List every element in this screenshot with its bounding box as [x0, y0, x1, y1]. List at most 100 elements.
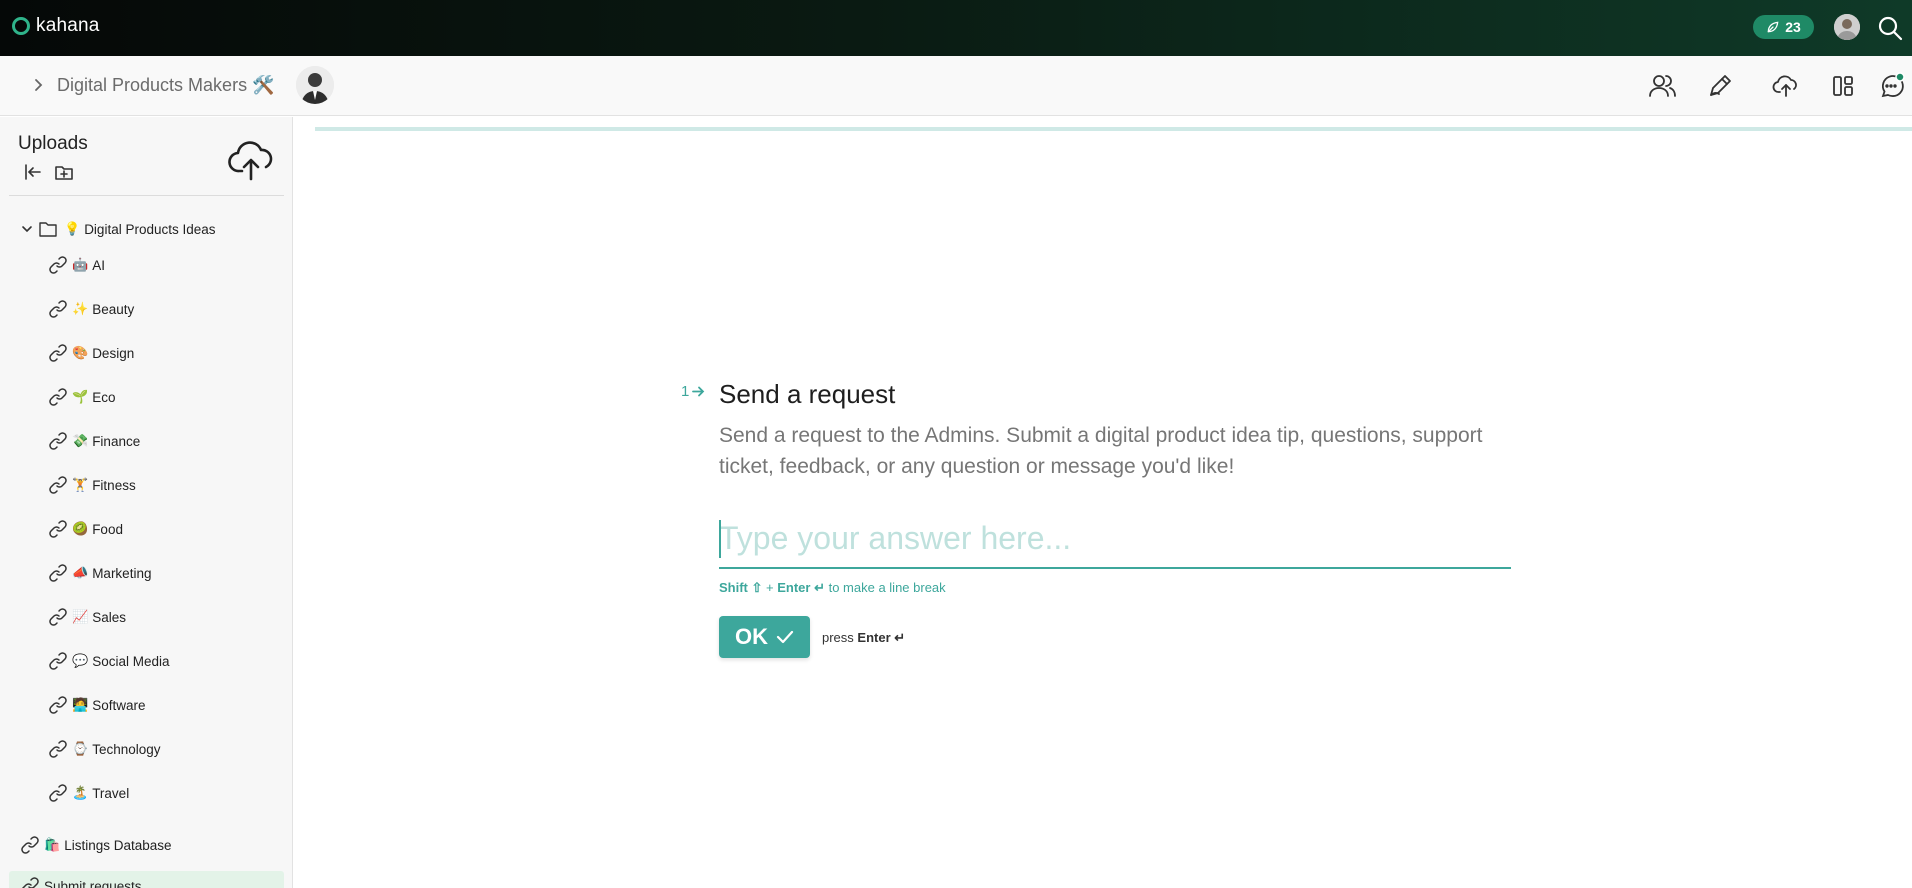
- item-emoji: 🥝: [72, 521, 89, 536]
- sidebar-title: Uploads: [18, 133, 88, 154]
- kahana-logo[interactable]: kahana: [12, 15, 100, 37]
- item-label: Technology: [92, 741, 161, 757]
- members-icon[interactable]: [1648, 72, 1676, 100]
- folder-digital-products-ideas[interactable]: 💡 Digital Products Ideas: [20, 214, 216, 244]
- top-bar: kahana 23: [0, 0, 1912, 56]
- workspace-avatar[interactable]: [296, 66, 334, 104]
- sidebar-item-design[interactable]: 🎨 Design: [49, 338, 134, 368]
- item-emoji: 🤖: [72, 257, 89, 272]
- link-icon: [49, 696, 67, 714]
- item-label: Submit requests: [44, 878, 142, 888]
- logo-ring-icon: [12, 17, 30, 35]
- item-emoji: ⌚: [72, 741, 89, 756]
- folder-icon: [39, 222, 57, 237]
- press-enter-key: Enter ↵: [857, 630, 906, 645]
- item-emoji: 🌱: [72, 389, 89, 404]
- collapse-sidebar-icon[interactable]: [22, 161, 44, 183]
- item-label: Listings Database: [64, 837, 172, 853]
- chat-notification-icon[interactable]: [1877, 72, 1905, 100]
- item-emoji: 🏝️: [72, 785, 89, 800]
- sidebar-item-listings-database[interactable]: 🛍️ Listings Database: [21, 830, 172, 860]
- sidebar-item-travel[interactable]: 🏝️ Travel: [49, 778, 129, 808]
- line-break-hint: Shift ⇧ + Enter ↵ to make a line break: [719, 580, 946, 596]
- app-name: kahana: [36, 15, 100, 36]
- chevron-right-icon[interactable]: [28, 74, 48, 96]
- sidebar-item-food[interactable]: 🥝 Food: [49, 514, 123, 544]
- link-icon: [49, 520, 67, 538]
- text-caret: [719, 520, 721, 558]
- hint-enter-key: Enter ↵: [777, 580, 825, 595]
- link-icon: [49, 388, 67, 406]
- item-emoji: 🎨: [72, 345, 89, 360]
- sidebar-item-eco[interactable]: 🌱 Eco: [49, 382, 115, 412]
- item-label: Eco: [92, 389, 116, 405]
- link-icon: [49, 784, 67, 802]
- sidebar-item-social-media[interactable]: 💬 Social Media: [49, 646, 169, 676]
- link-icon: [49, 300, 67, 318]
- item-label: Finance: [92, 433, 141, 449]
- sidebar-item-technology[interactable]: ⌚ Technology: [49, 734, 161, 764]
- edit-pen-icon[interactable]: [1706, 72, 1734, 100]
- folder-emoji: 💡: [64, 221, 81, 236]
- sidebar-item-ai[interactable]: 🤖 AI: [49, 250, 105, 280]
- item-label: Social Media: [92, 653, 170, 669]
- workspace-header: Digital Products Makers 🛠️: [0, 56, 1912, 116]
- sidebar-item-fitness[interactable]: 🏋️ Fitness: [49, 470, 136, 500]
- sidebar-item-sales[interactable]: 📈 Sales: [49, 602, 126, 632]
- press-text: press: [822, 630, 854, 645]
- search-icon[interactable]: [1876, 14, 1904, 42]
- sidebar-item-software[interactable]: 🧑‍💻 Software: [49, 690, 145, 720]
- link-icon: [49, 564, 67, 582]
- item-label: Fitness: [92, 477, 136, 493]
- sidebar-item-marketing[interactable]: 📣 Marketing: [49, 558, 151, 588]
- ok-button[interactable]: OK: [719, 616, 810, 658]
- sidebar-divider: [9, 195, 284, 196]
- upload-cloud-icon[interactable]: [228, 141, 274, 181]
- question-title: Send a request: [719, 379, 896, 409]
- chevron-down-icon: [22, 226, 32, 233]
- link-icon: [49, 256, 67, 274]
- checkmark-icon: [776, 630, 794, 644]
- item-label: Beauty: [92, 301, 135, 317]
- item-emoji: 🧑‍💻: [72, 697, 89, 712]
- link-icon: [22, 877, 39, 888]
- item-emoji: 🛍️: [44, 837, 61, 852]
- question-number-value: 1: [681, 383, 690, 400]
- person-photo-icon: [1834, 14, 1860, 40]
- link-icon: [49, 608, 67, 626]
- arrow-right-icon: [692, 386, 705, 397]
- sidebar-item-submit-requests[interactable]: Submit requests: [9, 871, 284, 888]
- folder-label: Digital Products Ideas: [84, 221, 216, 237]
- link-icon: [49, 476, 67, 494]
- workspace-title[interactable]: Digital Products Makers 🛠️: [57, 75, 274, 96]
- hint-shift-key: Shift ⇧: [719, 580, 763, 595]
- hint-text: to make a line break: [828, 580, 946, 595]
- cloud-upload-icon[interactable]: [1772, 72, 1800, 100]
- question-description: Send a request to the Admins. Submit a d…: [719, 424, 1483, 478]
- sidebar-item-beauty[interactable]: ✨ Beauty: [49, 294, 134, 324]
- item-label: Food: [92, 521, 123, 537]
- item-emoji: 🏋️: [72, 477, 89, 492]
- item-label: Marketing: [92, 565, 152, 581]
- item-label: Design: [92, 345, 135, 361]
- item-label: Travel: [92, 785, 130, 801]
- notification-count: 23: [1785, 19, 1801, 35]
- person-photo-icon: [296, 66, 334, 104]
- item-label: AI: [92, 257, 105, 273]
- item-emoji: 💬: [72, 653, 89, 668]
- link-icon: [21, 836, 39, 854]
- progress-line: [315, 127, 1912, 131]
- layout-panels-icon[interactable]: [1829, 72, 1857, 100]
- item-emoji: 💸: [72, 433, 89, 448]
- sidebar-item-finance[interactable]: 💸 Finance: [49, 426, 140, 456]
- answer-input[interactable]: [719, 515, 1511, 569]
- hint-plus: +: [766, 580, 774, 595]
- new-folder-icon[interactable]: [53, 161, 75, 183]
- user-avatar[interactable]: [1834, 14, 1860, 40]
- link-icon: [49, 432, 67, 450]
- ok-button-label: OK: [735, 624, 768, 649]
- notification-badge[interactable]: 23: [1753, 15, 1814, 39]
- leaf-icon: [1767, 21, 1779, 33]
- link-icon: [49, 344, 67, 362]
- item-label: Software: [92, 697, 146, 713]
